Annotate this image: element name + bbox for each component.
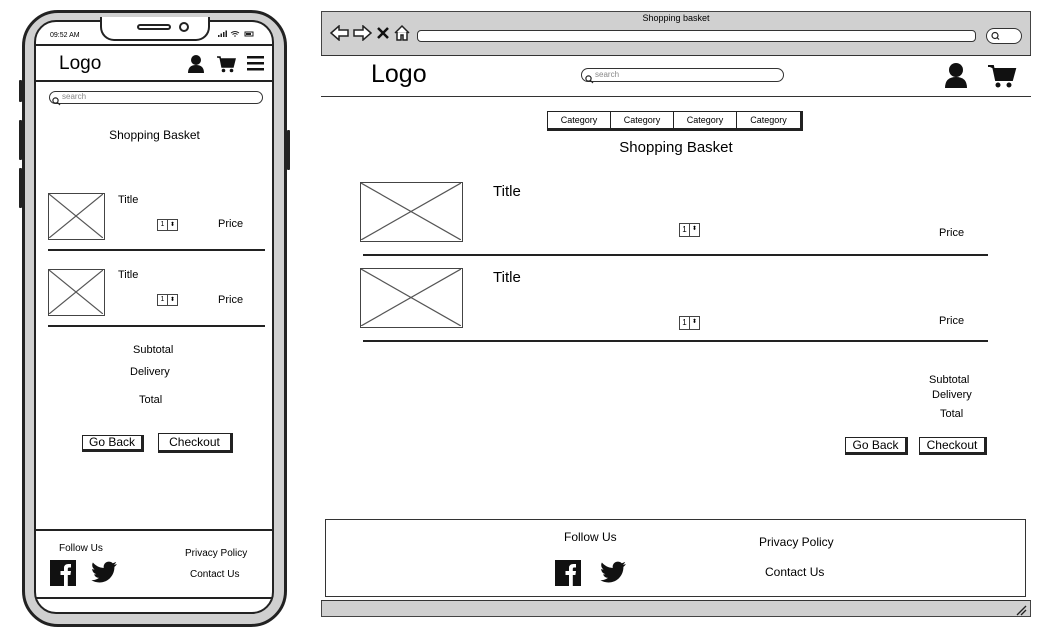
follow-us-label: Follow Us xyxy=(564,530,617,544)
total-label: Total xyxy=(940,408,964,420)
product-image-placeholder xyxy=(48,269,105,316)
product-price: Price xyxy=(939,227,965,239)
follow-us-label: Follow Us xyxy=(59,543,103,554)
cart-icon[interactable] xyxy=(216,55,236,78)
stepper-arrows-icon[interactable]: ⬍ xyxy=(690,224,699,236)
product-title[interactable]: Title xyxy=(493,183,521,200)
address-search-button[interactable] xyxy=(986,28,1022,44)
tab-category[interactable]: Category xyxy=(737,112,800,128)
stepper-arrows-icon[interactable]: ⬍ xyxy=(690,317,699,329)
product-image-placeholder xyxy=(360,182,463,242)
twitter-icon[interactable] xyxy=(599,561,627,590)
forward-arrow-icon[interactable] xyxy=(352,24,373,46)
quantity-value: 1 xyxy=(680,224,690,236)
phone-power-button xyxy=(287,130,290,170)
header-divider xyxy=(36,80,273,82)
privacy-policy-link[interactable]: Privacy Policy xyxy=(759,535,834,549)
contact-us-link[interactable]: Contact Us xyxy=(765,565,824,579)
page-title: Shopping Basket xyxy=(619,139,733,156)
phone-side-button xyxy=(19,120,22,160)
signal-wifi-battery-icon xyxy=(218,30,254,37)
phone-side-button xyxy=(19,168,22,208)
quantity-stepper[interactable]: 1 ⬍ xyxy=(157,294,178,306)
checkout-button[interactable]: Checkout xyxy=(919,437,987,455)
status-divider xyxy=(36,44,273,46)
delivery-label: Delivery xyxy=(130,366,170,378)
product-price: Price xyxy=(218,294,244,306)
delivery-label: Delivery xyxy=(932,389,972,401)
product-title[interactable]: Title xyxy=(493,269,521,286)
go-back-button[interactable]: Go Back xyxy=(82,435,144,452)
search-input[interactable]: search xyxy=(581,68,784,82)
quantity-value: 1 xyxy=(680,317,690,329)
search-input[interactable]: search xyxy=(49,91,263,104)
page-title: Shopping Basket xyxy=(109,128,200,142)
facebook-icon[interactable] xyxy=(50,560,76,591)
tab-category[interactable]: Category xyxy=(674,112,737,128)
tab-category[interactable]: Category xyxy=(548,112,611,128)
privacy-policy-link[interactable]: Privacy Policy xyxy=(185,548,247,559)
product-title[interactable]: Title xyxy=(118,269,138,281)
stepper-arrows-icon[interactable]: ⬍ xyxy=(168,295,177,305)
subtotal-label: Subtotal xyxy=(133,344,174,356)
product-image-placeholder xyxy=(48,193,105,240)
search-icon xyxy=(991,31,1000,40)
go-back-button[interactable]: Go Back xyxy=(845,437,908,455)
item-divider xyxy=(48,325,265,327)
search-icon xyxy=(585,71,594,89)
footer-divider xyxy=(36,529,273,531)
subtotal-label: Subtotal xyxy=(929,374,970,386)
site-footer xyxy=(325,519,1026,597)
quantity-stepper[interactable]: 1 ⬍ xyxy=(157,219,178,231)
contact-us-link[interactable]: Contact Us xyxy=(190,569,239,580)
back-arrow-icon[interactable] xyxy=(329,24,350,46)
item-divider xyxy=(363,254,988,256)
window-title: Shopping basket xyxy=(642,13,710,23)
product-image-placeholder xyxy=(360,268,463,328)
status-icons xyxy=(218,30,258,40)
menu-icon[interactable] xyxy=(247,55,265,76)
address-bar[interactable] xyxy=(417,30,976,42)
product-price: Price xyxy=(939,315,965,327)
checkout-button[interactable]: Checkout xyxy=(158,433,233,453)
quantity-value: 1 xyxy=(158,220,168,230)
phone-side-button xyxy=(19,80,22,102)
item-divider xyxy=(48,249,265,251)
home-icon[interactable] xyxy=(393,24,411,47)
stepper-arrows-icon[interactable]: ⬍ xyxy=(168,220,177,230)
close-icon[interactable] xyxy=(376,26,390,45)
logo[interactable]: Logo xyxy=(59,53,101,75)
logo[interactable]: Logo xyxy=(371,60,427,89)
tab-category[interactable]: Category xyxy=(611,112,674,128)
quantity-stepper[interactable]: 1 ⬍ xyxy=(679,223,700,237)
user-icon[interactable] xyxy=(187,54,205,79)
product-price: Price xyxy=(218,218,244,230)
facebook-icon[interactable] xyxy=(555,560,581,591)
status-time: 09:52 AM xyxy=(50,32,80,39)
user-icon[interactable] xyxy=(944,62,968,94)
cart-icon[interactable] xyxy=(987,63,1017,94)
phone-camera xyxy=(179,22,189,32)
search-icon xyxy=(52,93,61,111)
category-tabs: Category Category Category Category xyxy=(547,111,803,131)
twitter-icon[interactable] xyxy=(90,561,118,590)
total-label: Total xyxy=(139,394,163,406)
quantity-value: 1 xyxy=(158,295,168,305)
bottom-divider xyxy=(36,597,273,599)
quantity-stepper[interactable]: 1 ⬍ xyxy=(679,316,700,330)
product-title[interactable]: Title xyxy=(118,194,138,206)
item-divider xyxy=(363,340,988,342)
resize-grip-icon[interactable] xyxy=(1015,603,1027,621)
phone-speaker xyxy=(137,24,171,30)
